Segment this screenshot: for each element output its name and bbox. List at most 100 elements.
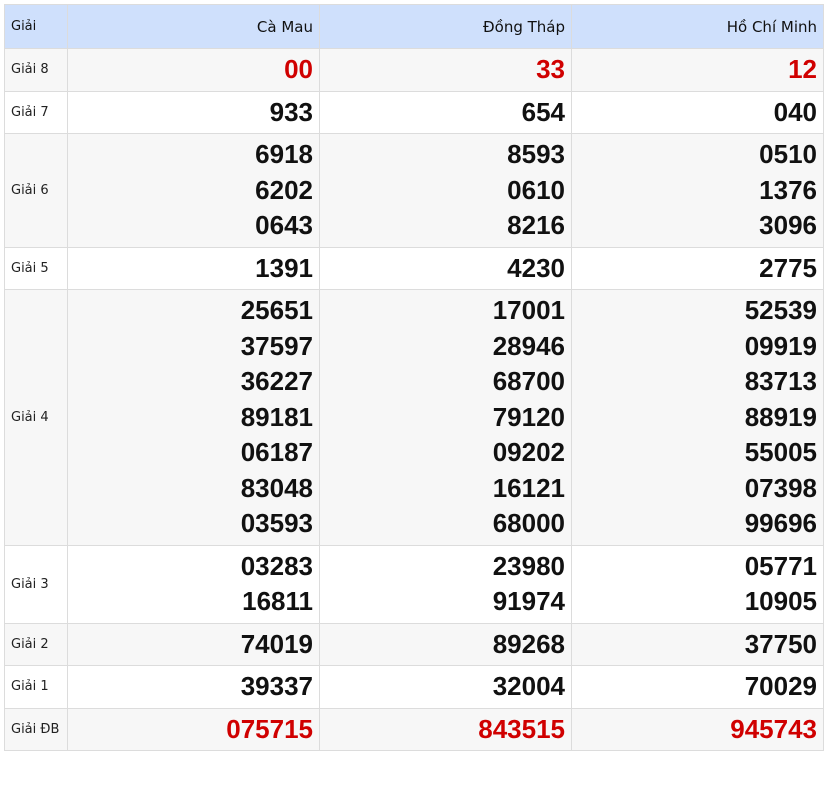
prize-cell: 05771 10905	[571, 544, 824, 624]
prize-number: 10905	[744, 586, 817, 616]
prize-cell: 654	[319, 90, 572, 134]
prize-number: 68000	[492, 508, 565, 538]
prize-number: 83713	[744, 366, 817, 396]
province-header-ca-mau[interactable]: Cà Mau	[67, 4, 320, 49]
table-row: Giải 4 25651 37597 36227 89181 06187 83048 0359…	[4, 289, 824, 546]
prize-number: 39337	[240, 671, 313, 701]
prize-cell: 075715	[67, 707, 320, 751]
prize-number: 075715	[226, 713, 313, 744]
prize-number: 17001	[492, 295, 565, 325]
prize-label: Giải 1	[4, 665, 68, 709]
prize-number: 89181	[240, 401, 313, 432]
prize-number: 8593	[507, 139, 565, 169]
prize-cell: 2775	[571, 246, 824, 290]
prize-number: 79120	[492, 401, 565, 432]
prize-label: Giải ĐB	[4, 707, 68, 751]
prize-cell: 74019	[67, 622, 320, 666]
prize-column-header: Giải	[4, 4, 68, 49]
table-row: Giải 1 39337 32004 70029	[4, 665, 824, 709]
prize-number: 83048	[240, 472, 313, 503]
prize-number: 945743	[730, 713, 817, 744]
prize-number: 36227	[240, 366, 313, 396]
prize-number: 6202	[255, 174, 313, 205]
table-row: Giải 6 6918 6202 0643 8593 0610 8216 0510 1376 30…	[4, 133, 824, 248]
prize-cell: 933	[67, 90, 320, 134]
table-row: Giải ĐB 075715 843515 945743	[4, 707, 824, 751]
prize-number: 12	[788, 54, 817, 84]
table-row: Giải 2 74019 89268 37750	[4, 622, 824, 666]
table-row: Giải 8 00 33 12	[4, 48, 824, 92]
prize-number: 6918	[255, 139, 313, 169]
prize-number: 88919	[744, 401, 817, 432]
prize-number: 99696	[744, 508, 817, 538]
prize-cell: 32004	[319, 665, 572, 709]
prize-number: 23980	[492, 550, 565, 581]
prize-label: Giải 4	[4, 289, 68, 546]
prize-label: Giải 2	[4, 622, 68, 666]
prize-cell: 945743	[571, 707, 824, 751]
table-row: Giải 5 1391 4230 2775	[4, 246, 824, 290]
prize-number: 55005	[744, 437, 817, 467]
prize-number: 33	[536, 54, 565, 84]
prize-number: 37750	[744, 628, 817, 659]
prize-number: 25651	[240, 295, 313, 325]
prize-number: 74019	[240, 628, 313, 659]
prize-number: 933	[269, 96, 313, 127]
prize-number: 09919	[744, 330, 817, 361]
prize-cell: 17001 28946 68700 79120 09202 16121 68000	[319, 289, 572, 546]
prize-number: 03593	[240, 508, 313, 538]
prize-cell: 03283 16811	[67, 544, 320, 624]
prize-label: Giải 8	[4, 48, 68, 92]
prize-number: 16121	[492, 472, 565, 503]
prize-cell: 12	[571, 48, 824, 92]
prize-number: 0643	[255, 210, 313, 240]
prize-cell: 33	[319, 48, 572, 92]
prize-number: 05771	[744, 550, 817, 581]
prize-cell: 52539 09919 83713 88919 55005 07398 99696	[571, 289, 824, 546]
prize-number: 0510	[759, 139, 817, 169]
prize-number: 1376	[759, 174, 817, 205]
prize-number: 07398	[744, 472, 817, 503]
prize-cell: 37750	[571, 622, 824, 666]
prize-number: 52539	[744, 295, 817, 325]
prize-cell: 25651 37597 36227 89181 06187 83048 03593	[67, 289, 320, 546]
prize-number: 00	[284, 54, 313, 84]
prize-number: 70029	[744, 671, 817, 701]
prize-cell: 040	[571, 90, 824, 134]
prize-cell: 89268	[319, 622, 572, 666]
prize-number: 06187	[240, 437, 313, 467]
prize-cell: 23980 91974	[319, 544, 572, 624]
prize-number: 040	[773, 96, 817, 127]
lottery-results-table: Giải Cà Mau Đồng Tháp Hồ Chí Minh Giải 8…	[4, 4, 824, 751]
prize-number: 2775	[759, 252, 817, 283]
prize-label: Giải 7	[4, 90, 68, 134]
prize-number: 4230	[507, 252, 565, 283]
prize-label: Giải 3	[4, 544, 68, 624]
prize-number: 37597	[240, 330, 313, 361]
prize-number: 68700	[492, 366, 565, 396]
prize-number: 654	[521, 96, 565, 127]
prize-number: 843515	[478, 713, 565, 744]
prize-number: 28946	[492, 330, 565, 361]
prize-number: 89268	[492, 628, 565, 659]
province-header-dong-thap[interactable]: Đồng Tháp	[319, 4, 572, 49]
prize-cell: 1391	[67, 246, 320, 290]
prize-number: 32004	[492, 671, 565, 701]
prize-number: 0610	[507, 174, 565, 205]
prize-cell: 0510 1376 3096	[571, 133, 824, 248]
prize-cell: 70029	[571, 665, 824, 709]
prize-cell: 8593 0610 8216	[319, 133, 572, 248]
prize-cell: 00	[67, 48, 320, 92]
prize-number: 09202	[492, 437, 565, 467]
table-header-row: Giải Cà Mau Đồng Tháp Hồ Chí Minh	[4, 4, 824, 49]
province-header-ho-chi-minh[interactable]: Hồ Chí Minh	[571, 4, 824, 49]
prize-label: Giải 5	[4, 246, 68, 290]
prize-number: 91974	[492, 586, 565, 616]
prize-number: 16811	[242, 586, 313, 616]
prize-label: Giải 6	[4, 133, 68, 248]
prize-cell: 4230	[319, 246, 572, 290]
table-row: Giải 7 933 654 040	[4, 90, 824, 134]
prize-cell: 6918 6202 0643	[67, 133, 320, 248]
prize-number: 8216	[507, 210, 565, 240]
table-row: Giải 3 03283 16811 23980 91974 05771 10905	[4, 544, 824, 624]
